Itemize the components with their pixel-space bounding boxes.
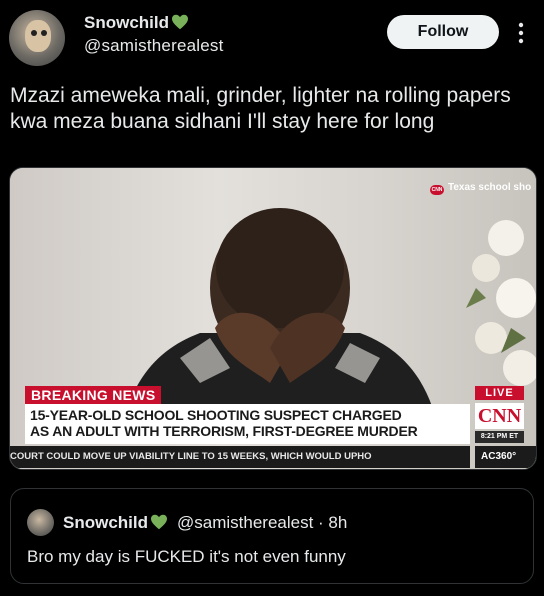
cnn-small-logo: CNN <box>430 185 444 195</box>
tweet-header: Snowchild @samistherealеst Follow <box>0 0 544 72</box>
news-ticker: COURT COULD MOVE UP VIABILITY LINE TO 15… <box>10 446 470 468</box>
headline-line-2: AS AN ADULT WITH TERRORISM, FIRST-DEGREE… <box>30 423 418 439</box>
breaking-news-label: BREAKING NEWS <box>25 386 162 405</box>
author-handle[interactable]: @samistherealеst <box>84 36 224 56</box>
avatar-face <box>25 20 51 52</box>
broadcast-time: 8:21 PM ET <box>475 431 524 443</box>
tweet-text: Mzazi ameweka mali, grinder, lighter na … <box>10 84 511 133</box>
top-tag-text: Texas school sho <box>448 182 532 193</box>
quoted-text: Bro my day is FUCKED it's not even funny <box>27 547 346 566</box>
tweet-media-image[interactable]: CNN Texas school sho BREAKING NEWS 15-YEA… <box>9 167 537 470</box>
headline-line-1: 15-YEAR-OLD SCHOOL SHOOTING SUSPECT CHAR… <box>30 407 402 423</box>
green-heart-icon <box>151 514 167 530</box>
author-display-name[interactable]: Snowchild <box>84 13 189 33</box>
quoted-handle-time: @samistherealеst · 8h <box>177 513 348 532</box>
avatar-eye-left <box>31 30 37 36</box>
show-name: AC360° <box>475 446 536 468</box>
author-avatar[interactable] <box>9 10 65 66</box>
headline: 15-YEAR-OLD SCHOOL SHOOTING SUSPECT CHAR… <box>30 407 418 439</box>
avatar-eye-right <box>41 30 47 36</box>
more-options-icon[interactable] <box>514 20 528 46</box>
news-lower-third: BREAKING NEWS 15-YEAR-OLD SCHOOL SHOOTIN… <box>10 386 536 469</box>
live-badge: LIVE <box>475 386 524 400</box>
quoted-tweet[interactable]: Snowchild @samistherealеst · 8h Bro my d… <box>10 488 534 584</box>
green-heart-icon <box>172 14 188 30</box>
news-top-tag: CNN Texas school sho <box>430 182 531 195</box>
quoted-author-avatar <box>27 509 54 536</box>
cnn-logo: CNN <box>475 403 524 429</box>
quoted-author-name: Snowchild <box>63 513 168 533</box>
flowers-decoration <box>466 220 536 386</box>
headline-box: 15-YEAR-OLD SCHOOL SHOOTING SUSPECT CHAR… <box>25 404 470 444</box>
follow-button[interactable]: Follow <box>387 15 499 49</box>
author-name-text: Snowchild <box>84 13 169 32</box>
quoted-name-text: Snowchild <box>63 513 148 532</box>
